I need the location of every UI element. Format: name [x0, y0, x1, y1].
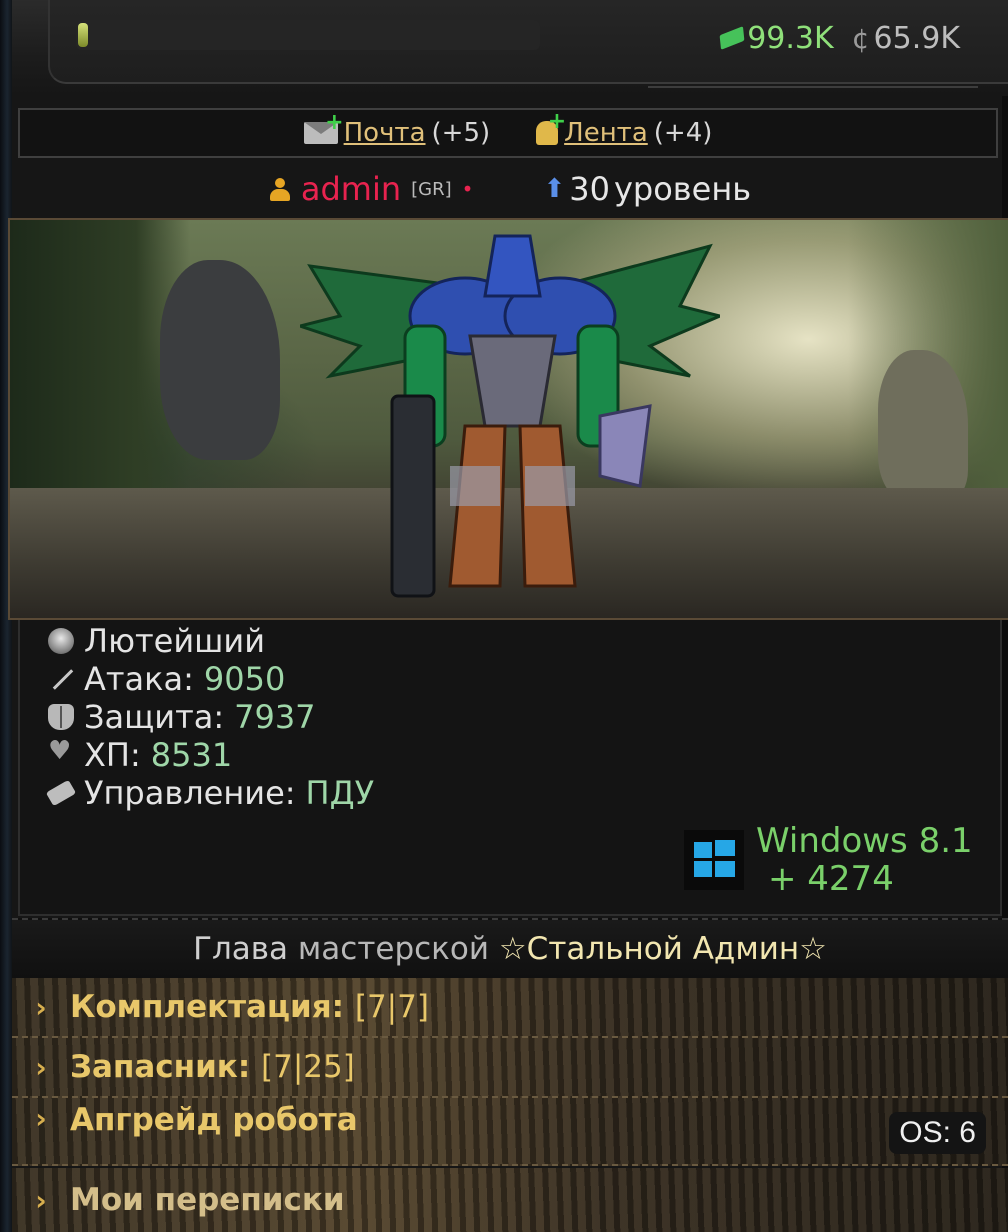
- shield-icon: [48, 704, 74, 730]
- menu-label: Запасник: [7|25]: [70, 1049, 355, 1085]
- user-info-row: admin [GR] • ⬆ 30 уровень: [12, 166, 1008, 212]
- username[interactable]: admin: [301, 170, 401, 208]
- hp-label: ХП:: [84, 736, 141, 774]
- user-profile[interactable]: admin [GR] •: [269, 170, 474, 208]
- menu-item-my-messages[interactable]: › Мои переписки: [12, 1168, 1008, 1232]
- online-status-dot: •: [461, 177, 474, 201]
- feed-notification[interactable]: Лента (+4): [536, 109, 713, 148]
- workshop-middle: мастерской: [297, 931, 490, 967]
- control-label: Управление:: [84, 774, 296, 812]
- coin-icon: ¢: [851, 21, 870, 55]
- remote-icon: [45, 779, 77, 807]
- bell-icon: [536, 109, 566, 145]
- user-level: ⬆ 30 уровень: [543, 170, 751, 208]
- level-number: 30: [569, 170, 610, 208]
- os-counter-badge: OS: 6: [889, 1112, 986, 1154]
- sword-icon: [48, 666, 74, 692]
- feed-link[interactable]: Лента: [564, 118, 648, 148]
- defense-value: 7937: [234, 698, 316, 736]
- chevron-right-icon: ›: [35, 990, 47, 1024]
- menu-label: Мои переписки: [70, 1182, 345, 1218]
- workshop-name[interactable]: ☆Стальной Админ☆: [499, 931, 827, 967]
- menu-label: Комплектация: [7|7]: [70, 989, 429, 1025]
- stone-statue-left: [160, 260, 280, 460]
- level-text: уровень: [613, 170, 752, 208]
- hp-value: 8531: [150, 736, 233, 774]
- level-up-arrow-icon: ⬆: [543, 174, 566, 204]
- clan-tag[interactable]: [GR]: [411, 179, 452, 200]
- robot-avatar: [300, 234, 720, 598]
- top-bar: 99.3K ¢ 65.9K: [12, 0, 1008, 96]
- mail-link[interactable]: Почта: [344, 118, 426, 148]
- robot-scene-image: [8, 218, 1008, 620]
- menu-label: Апгрейд робота: [70, 1102, 358, 1138]
- mail-notification[interactable]: Почта (+5): [303, 110, 491, 148]
- skull-icon: [48, 628, 74, 654]
- menu-item-equipment[interactable]: › Комплектация: [7|7]: [12, 978, 1008, 1038]
- rank-name: Лютейший: [84, 622, 265, 660]
- coin-balance[interactable]: ¢ 65.9K: [852, 21, 960, 56]
- rank-row: Лютейший: [48, 622, 265, 660]
- menu-item-storage[interactable]: › Запасник: [7|25]: [12, 1038, 1008, 1098]
- top-bar-divider: [648, 86, 978, 88]
- attack-label: Атака:: [84, 660, 194, 698]
- mail-count: (+5): [431, 118, 491, 148]
- hp-row: ХП: 8531: [48, 736, 232, 774]
- menu-item-robot-upgrade[interactable]: › Апгрейд робота OS: 6: [12, 1098, 1008, 1166]
- os-bonus: + 4274: [768, 859, 894, 899]
- stone-statue-right: [878, 350, 968, 500]
- coin-amount: 65.9K: [873, 20, 960, 56]
- control-value: ПДУ: [305, 774, 375, 812]
- chevron-right-icon: ›: [35, 1050, 47, 1084]
- attack-row: Атака: 9050: [48, 660, 285, 698]
- user-icon: [269, 176, 291, 202]
- cash-icon: [719, 26, 745, 50]
- robot-stats-panel: Лютейший Атака: 9050 Защита: 7937 ХП: 85…: [18, 620, 1002, 916]
- cash-amount: 99.3K: [747, 20, 834, 56]
- experience-bar: [76, 20, 540, 50]
- notifications-bar: Почта (+5) Лента (+4): [18, 108, 998, 158]
- defense-row: Защита: 7937: [48, 698, 316, 736]
- operating-system-badge[interactable]: Windows 8.1 + 4274: [684, 822, 973, 898]
- windows-logo-icon: [684, 830, 744, 890]
- currency-display: 99.3K ¢ 65.9K: [719, 18, 960, 58]
- workshop-prefix: Глава: [193, 931, 289, 967]
- feed-count: (+4): [653, 118, 713, 148]
- attack-value: 9050: [203, 660, 286, 698]
- os-info: Windows 8.1 + 4274: [756, 822, 973, 898]
- control-row: Управление: ПДУ: [45, 774, 375, 812]
- cash-balance[interactable]: 99.3K: [719, 20, 834, 56]
- defense-label: Защита:: [84, 698, 225, 736]
- chevron-right-icon: ›: [35, 1102, 47, 1135]
- experience-fill: [78, 23, 88, 47]
- os-name: Windows 8.1: [756, 821, 973, 861]
- mail-icon: [303, 110, 344, 144]
- heartbeat-icon: [48, 736, 74, 768]
- chevron-right-icon: ›: [35, 1183, 47, 1217]
- workshop-row[interactable]: Глава мастерской ☆Стальной Админ☆: [12, 918, 1008, 978]
